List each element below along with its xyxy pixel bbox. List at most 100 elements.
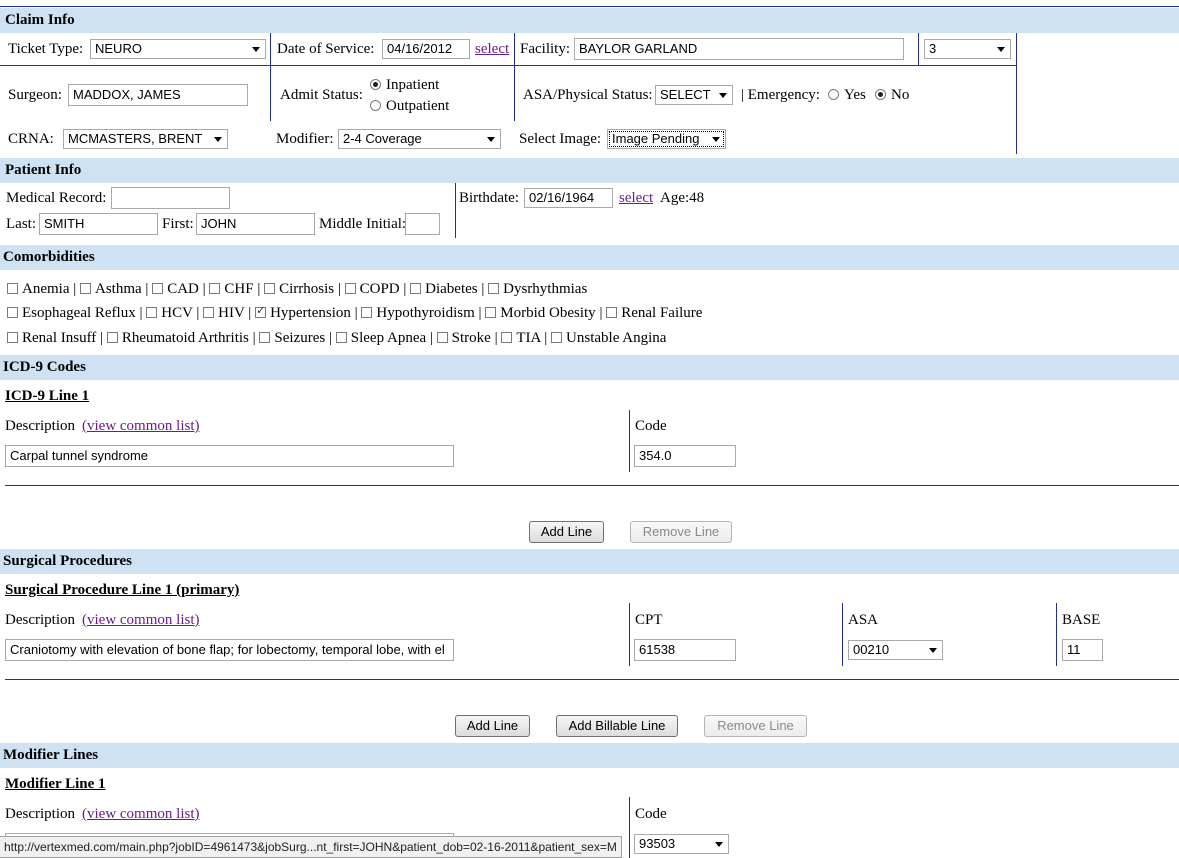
comorbidity-item[interactable]: Hypertension — [255, 304, 351, 321]
divider — [5, 485, 1179, 486]
comorbidity-item[interactable]: CHF — [209, 281, 254, 297]
admit-inpatient-option[interactable]: Inpatient — [370, 77, 439, 94]
checkbox[interactable] — [7, 332, 18, 343]
facility-input[interactable]: BAYLOR GARLAND — [574, 38, 904, 60]
comorbidity-item[interactable]: HIV — [203, 305, 245, 321]
comorbidity-item[interactable]: COPD — [344, 281, 400, 297]
icd9-description-input[interactable]: Carpal tunnel syndrome — [5, 445, 454, 467]
middle-initial-input[interactable] — [405, 213, 440, 235]
cpt-label: CPT — [635, 612, 663, 628]
comorbidity-item[interactable]: Unstable Angina — [551, 330, 666, 346]
checkbox[interactable] — [146, 307, 158, 318]
last-name-input[interactable]: SMITH — [39, 213, 158, 235]
comorbidity-label: Renal Failure — [621, 305, 703, 321]
checkbox[interactable] — [410, 283, 422, 294]
emergency-no-option[interactable]: No — [875, 87, 909, 104]
comorbidity-item[interactable]: Cirrhosis — [264, 281, 334, 297]
checkbox[interactable] — [80, 283, 91, 294]
asa-select[interactable]: 00210 — [848, 640, 943, 660]
comorbidity-label: CAD — [167, 281, 199, 297]
emergency-yes-option[interactable]: Yes — [828, 87, 866, 104]
comorbidity-item[interactable]: HCV — [146, 305, 193, 321]
surgical-view-common-list-link[interactable]: (view common list) — [82, 612, 199, 629]
modifier-code-select[interactable]: 93503 — [634, 834, 729, 854]
comorbidity-item[interactable]: TIA — [501, 330, 541, 346]
divider — [270, 33, 271, 121]
comorbidity-item[interactable]: Rheumatoid Arthritis — [106, 330, 249, 346]
radio-no[interactable] — [875, 89, 886, 100]
comorbidity-item[interactable]: Seizures — [259, 330, 325, 346]
comorbidity-item[interactable]: Renal Failure — [606, 305, 702, 321]
comorbidity-item[interactable]: Anemia — [7, 281, 69, 297]
comorbidity-item[interactable]: Hypothyroidism — [361, 305, 475, 321]
icd9-add-line-button[interactable]: Add Line — [529, 521, 604, 543]
dos-select-link[interactable]: select — [475, 41, 509, 58]
checkbox[interactable] — [7, 283, 18, 294]
checkbox[interactable] — [209, 283, 221, 294]
surgical-remove-line-button[interactable]: Remove Line — [704, 715, 807, 737]
separator: | — [399, 281, 411, 297]
comorbidity-item[interactable]: Stroke — [436, 330, 491, 346]
first-name-input[interactable]: JOHN — [196, 213, 315, 235]
comorbidity-label: Hypothyroidism — [376, 305, 475, 321]
modifier-code-value: 93503 — [639, 836, 676, 851]
add-billable-line-button[interactable]: Add Billable Line — [556, 715, 678, 737]
icd9-remove-line-button[interactable]: Remove Line — [630, 521, 732, 543]
select-image-select[interactable]: Image Pending — [607, 129, 726, 149]
checkbox[interactable] — [152, 283, 164, 294]
surgical-line-title: Surgical Procedure Line 1 (primary) — [5, 582, 240, 598]
surgeon-input[interactable]: MADDOX, JAMES — [68, 84, 248, 106]
comorbidity-item[interactable]: CAD — [152, 281, 199, 297]
radio-outpatient[interactable] — [370, 100, 381, 111]
crna-select[interactable]: MCMASTERS, BRENT — [63, 129, 228, 149]
comorbidity-item[interactable]: Dysrhythmias — [488, 281, 587, 297]
radio-inpatient[interactable] — [370, 79, 381, 90]
comorbidity-item[interactable]: Morbid Obesity — [485, 305, 596, 321]
checkbox[interactable] — [7, 307, 18, 318]
admit-outpatient-option[interactable]: Outpatient — [370, 98, 449, 115]
checkbox[interactable] — [259, 332, 271, 343]
medical-record-input[interactable] — [111, 187, 230, 209]
checkbox[interactable] — [551, 332, 563, 343]
modifier-view-common-list-link[interactable]: (view common list) — [82, 806, 199, 823]
checkbox[interactable] — [203, 307, 215, 318]
modifier-select[interactable]: 2-4 Coverage — [338, 129, 501, 149]
comorbidity-item[interactable]: Renal Insuff — [7, 330, 96, 346]
modifier-code-label: Code — [635, 806, 667, 822]
separator: | — [334, 281, 345, 297]
checkbox[interactable] — [485, 307, 497, 318]
checkbox[interactable] — [501, 332, 513, 343]
comorbidity-item[interactable]: Esophageal Reflux — [7, 305, 136, 321]
facility-number-select[interactable]: 3 — [924, 39, 1011, 59]
icd9-code-input[interactable]: 354.0 — [634, 445, 736, 467]
icd9-view-common-list-link[interactable]: (view common list) — [82, 418, 199, 435]
checkbox[interactable] — [106, 332, 118, 343]
comorbidity-label: HIV — [218, 305, 245, 321]
checkbox[interactable] — [344, 283, 356, 294]
asa-status-select[interactable]: SELECT — [655, 85, 733, 105]
comorbidity-item[interactable]: Asthma — [80, 281, 142, 297]
ticket-type-select[interactable]: NEURO — [90, 39, 266, 59]
checkbox[interactable] — [335, 332, 347, 343]
dos-input[interactable]: 04/16/2012 — [382, 39, 470, 59]
birthdate-select-link[interactable]: select — [619, 190, 653, 207]
birthdate-input[interactable]: 02/16/1964 — [524, 188, 613, 208]
comorbidity-label: Asthma — [95, 281, 142, 297]
checkbox[interactable] — [361, 307, 373, 318]
cpt-input[interactable]: 61538 — [634, 639, 736, 661]
checkbox[interactable] — [264, 283, 276, 294]
checkbox[interactable] — [606, 307, 618, 318]
comorbidity-item[interactable]: Sleep Apnea — [335, 330, 426, 346]
divider — [455, 183, 456, 238]
admit-status-label: Admit Status: — [280, 87, 363, 103]
asa-status-label: ASA/Physical Status: — [523, 87, 653, 103]
separator: | — [248, 330, 260, 346]
checkbox[interactable] — [488, 283, 500, 294]
surgical-add-line-button[interactable]: Add Line — [455, 715, 530, 737]
radio-yes[interactable] — [828, 89, 839, 100]
comorbidity-item[interactable]: Diabetes — [410, 281, 478, 297]
checkbox[interactable] — [255, 304, 267, 318]
checkbox[interactable] — [436, 332, 448, 343]
base-input[interactable]: 11 — [1062, 639, 1103, 661]
surgical-description-input[interactable]: Craniotomy with elevation of bone flap; … — [5, 639, 454, 661]
